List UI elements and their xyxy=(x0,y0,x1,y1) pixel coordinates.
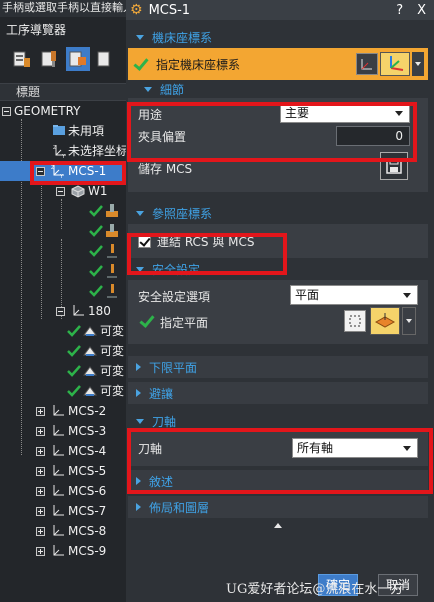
expand-icon[interactable] xyxy=(36,447,45,456)
geometry-view-icon[interactable] xyxy=(66,47,90,71)
specify-mcs-label: 指定機床座標系 xyxy=(156,57,241,72)
tree-item-op-variable[interactable]: 可変 xyxy=(0,361,126,381)
csys-icon xyxy=(50,543,66,565)
app-root: 手柄或選取手柄以直接輸入 工序導覽器 標題 GEOMETRY 未用項 Z Y 未… xyxy=(0,0,434,602)
tree-item-op-variable[interactable]: 可変 xyxy=(0,341,126,361)
dialog-title: MCS-1 xyxy=(148,2,191,18)
tree-item-180[interactable]: 180 xyxy=(0,301,126,321)
mcs-dialog: ⚙ MCS-1 ? X 機床座標系 指定機床座標系 細節 用途 主要 夾具偏置 … xyxy=(126,0,434,602)
navigator-title: 工序導覽器 xyxy=(6,23,67,37)
expand-triangle-icon xyxy=(136,503,141,511)
collapse-triangle-icon xyxy=(136,34,144,40)
tree-item-geometry[interactable]: GEOMETRY xyxy=(0,101,126,121)
section-header-ref-csys[interactable]: 參照座標系 xyxy=(128,202,428,224)
checkmark-icon xyxy=(134,57,148,71)
watermark: UG爱好者论坛@流浪在水一方 xyxy=(226,582,404,597)
expand-icon[interactable] xyxy=(36,467,45,476)
tree-item-op-variable[interactable]: 可変 xyxy=(0,321,126,341)
tree-item-mcs-6[interactable]: MCS-6 xyxy=(0,481,126,501)
safety-option-select[interactable]: 平面 xyxy=(290,285,418,305)
csys-axes-icon[interactable] xyxy=(380,52,410,76)
tree-item-operation[interactable] xyxy=(0,201,126,221)
collapse-icon[interactable] xyxy=(56,307,65,316)
collapse-icon[interactable] xyxy=(56,187,65,196)
tree-item-operation[interactable] xyxy=(0,241,126,261)
csys-dialog-icon[interactable] xyxy=(356,53,378,75)
collapse-triangle-icon xyxy=(136,418,144,424)
dialog-titlebar[interactable]: ⚙ MCS-1 ? X xyxy=(126,0,434,20)
section-header-machine-csys[interactable]: 機床座標系 xyxy=(128,26,428,48)
tool-view-icon[interactable] xyxy=(38,47,62,71)
operation-navigator: 手柄或選取手柄以直接輸入 工序導覽器 標題 GEOMETRY 未用項 Z Y 未… xyxy=(0,0,126,602)
highlight-box-details xyxy=(127,102,417,162)
safety-panel: 安全設定選項 平面 指定平面 xyxy=(128,280,428,344)
expand-icon[interactable] xyxy=(36,507,45,516)
collapse-icon[interactable] xyxy=(2,107,11,116)
specify-mcs-row[interactable]: 指定機床座標系 xyxy=(128,48,428,80)
tree-item-op-variable[interactable]: 可変 xyxy=(0,381,126,401)
chevron-down-icon[interactable] xyxy=(412,52,424,76)
expand-triangle-icon xyxy=(136,389,141,397)
tree-item-unused[interactable]: 未用項 xyxy=(0,121,126,141)
expand-icon[interactable] xyxy=(36,527,45,536)
svg-text:Z: Z xyxy=(53,145,57,151)
close-button[interactable]: X xyxy=(417,3,426,18)
tree-item-mcs-8[interactable]: MCS-8 xyxy=(0,521,126,541)
collapse-triangle-icon xyxy=(136,210,144,216)
program-view-icon[interactable] xyxy=(10,47,34,71)
folder-icon xyxy=(52,123,66,143)
chevron-down-icon[interactable] xyxy=(402,307,416,335)
highlight-box-mcs1 xyxy=(30,161,126,185)
tree-item-operation[interactable] xyxy=(0,281,126,301)
highlight-box-tool-axis xyxy=(127,428,433,494)
expand-icon[interactable] xyxy=(36,407,45,416)
gear-icon: ⚙ xyxy=(130,2,143,18)
tree-item-mcs-2[interactable]: MCS-2 xyxy=(0,401,126,421)
help-button[interactable]: ? xyxy=(396,3,403,18)
safety-option-label: 安全設定選項 xyxy=(138,290,211,304)
highlight-box-link-rcs xyxy=(127,233,287,275)
section-header-lower-plane[interactable]: 下限平面 xyxy=(128,356,428,378)
tree-item-unselected-coord[interactable]: ZY 未选择坐标 xyxy=(0,141,126,161)
method-view-icon[interactable] xyxy=(94,47,118,71)
section-header-layout-layers[interactable]: 佈局和圖層 xyxy=(128,496,428,518)
column-header-title[interactable]: 標題 xyxy=(0,83,126,101)
expand-icon[interactable] xyxy=(36,427,45,436)
specify-plane-label: 指定平面 xyxy=(160,316,209,330)
expand-triangle-icon xyxy=(136,363,141,371)
collapse-triangle-icon xyxy=(144,86,152,92)
plane-dialog-icon[interactable] xyxy=(344,310,366,332)
section-header-details[interactable]: 細節 xyxy=(128,80,428,98)
checkmark-icon xyxy=(140,314,154,328)
tree-item-mcs-5[interactable]: MCS-5 xyxy=(0,461,126,481)
expand-icon[interactable] xyxy=(36,547,45,556)
tree-item-mcs-9[interactable]: MCS-9 xyxy=(0,541,126,561)
tree-item-operation[interactable] xyxy=(0,261,126,281)
more-options-arrow-icon[interactable] xyxy=(128,518,428,532)
status-prompt: 手柄或選取手柄以直接輸入 xyxy=(0,0,126,17)
navigator-toolbar xyxy=(0,39,126,79)
tree-item-operation[interactable] xyxy=(0,221,126,241)
tree-item-mcs-7[interactable]: MCS-7 xyxy=(0,501,126,521)
expand-icon[interactable] xyxy=(36,487,45,496)
tree-item-mcs-3[interactable]: MCS-3 xyxy=(0,421,126,441)
plane-icon[interactable] xyxy=(370,307,400,335)
save-mcs-label: 儲存 MCS xyxy=(138,162,193,176)
section-header-avoid[interactable]: 避讓 xyxy=(128,382,428,404)
tree-item-mcs-4[interactable]: MCS-4 xyxy=(0,441,126,461)
